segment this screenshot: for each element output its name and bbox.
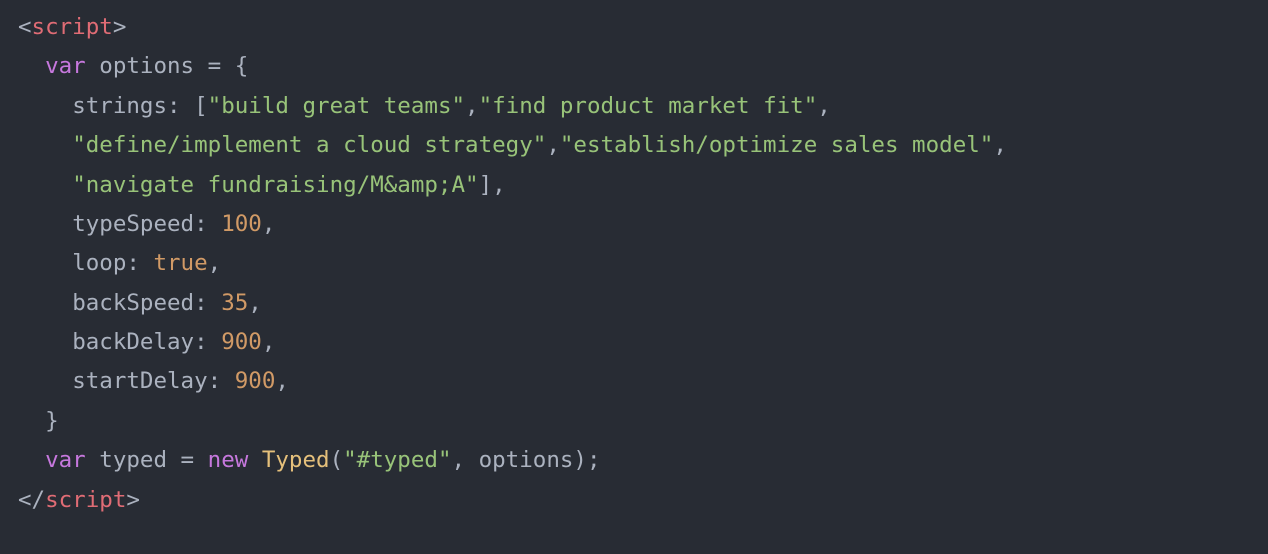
prop-backdelay: backDelay: [72, 329, 194, 355]
string-literal: "find product market fit": [479, 93, 818, 119]
colon: :: [194, 329, 221, 355]
bracket-close: ]: [479, 172, 493, 198]
tag-script-open: script: [32, 14, 113, 40]
angle-close: >: [126, 487, 140, 513]
string-literal: "navigate fundraising/M&amp;A": [72, 172, 478, 198]
number-literal: 900: [235, 368, 276, 394]
class-typed: Typed: [262, 447, 330, 473]
comma: ,: [492, 172, 506, 198]
string-literal: "build great teams": [208, 93, 465, 119]
equals: =: [194, 53, 235, 79]
prop-startdelay: startDelay: [72, 368, 207, 394]
brace-close: }: [45, 408, 59, 434]
comma: ,: [262, 211, 276, 237]
prop-backspeed: backSpeed: [72, 290, 194, 316]
comma: ,: [452, 447, 479, 473]
number-literal: 35: [221, 290, 248, 316]
string-literal: "define/implement a cloud strategy": [72, 132, 546, 158]
comma: ,: [817, 93, 831, 119]
colon: :: [194, 290, 221, 316]
comma: ,: [465, 93, 479, 119]
angle-close: >: [113, 14, 127, 40]
brace-open: {: [235, 53, 249, 79]
tag-script-close: script: [45, 487, 126, 513]
number-literal: 100: [221, 211, 262, 237]
code-block: <script> var options = { strings: ["buil…: [0, 0, 1268, 528]
equals: =: [167, 447, 208, 473]
comma: ,: [248, 290, 262, 316]
prop-strings: strings: [72, 93, 167, 119]
string-literal: "#typed": [343, 447, 451, 473]
angle-open: <: [18, 487, 32, 513]
prop-loop: loop: [72, 250, 126, 276]
keyword-var: var: [45, 53, 86, 79]
colon: :: [208, 368, 235, 394]
boolean-literal: true: [153, 250, 207, 276]
comma: ,: [275, 368, 289, 394]
keyword-var: var: [45, 447, 86, 473]
keyword-new: new: [208, 447, 249, 473]
string-literal: "establish/optimize sales model": [560, 132, 993, 158]
comma: ,: [546, 132, 560, 158]
var-typed: typed: [99, 447, 167, 473]
paren-open: (: [330, 447, 344, 473]
colon: :: [126, 250, 153, 276]
var-options-ref: options: [479, 447, 574, 473]
bracket-open: [: [194, 93, 208, 119]
colon: :: [194, 211, 221, 237]
angle-open: <: [18, 14, 32, 40]
comma: ,: [208, 250, 222, 276]
number-literal: 900: [221, 329, 262, 355]
var-options: options: [99, 53, 194, 79]
paren-close: ): [573, 447, 587, 473]
comma: ,: [262, 329, 276, 355]
prop-typespeed: typeSpeed: [72, 211, 194, 237]
comma: ,: [993, 132, 1007, 158]
colon: :: [167, 93, 194, 119]
semicolon: ;: [587, 447, 601, 473]
slash: /: [32, 487, 46, 513]
